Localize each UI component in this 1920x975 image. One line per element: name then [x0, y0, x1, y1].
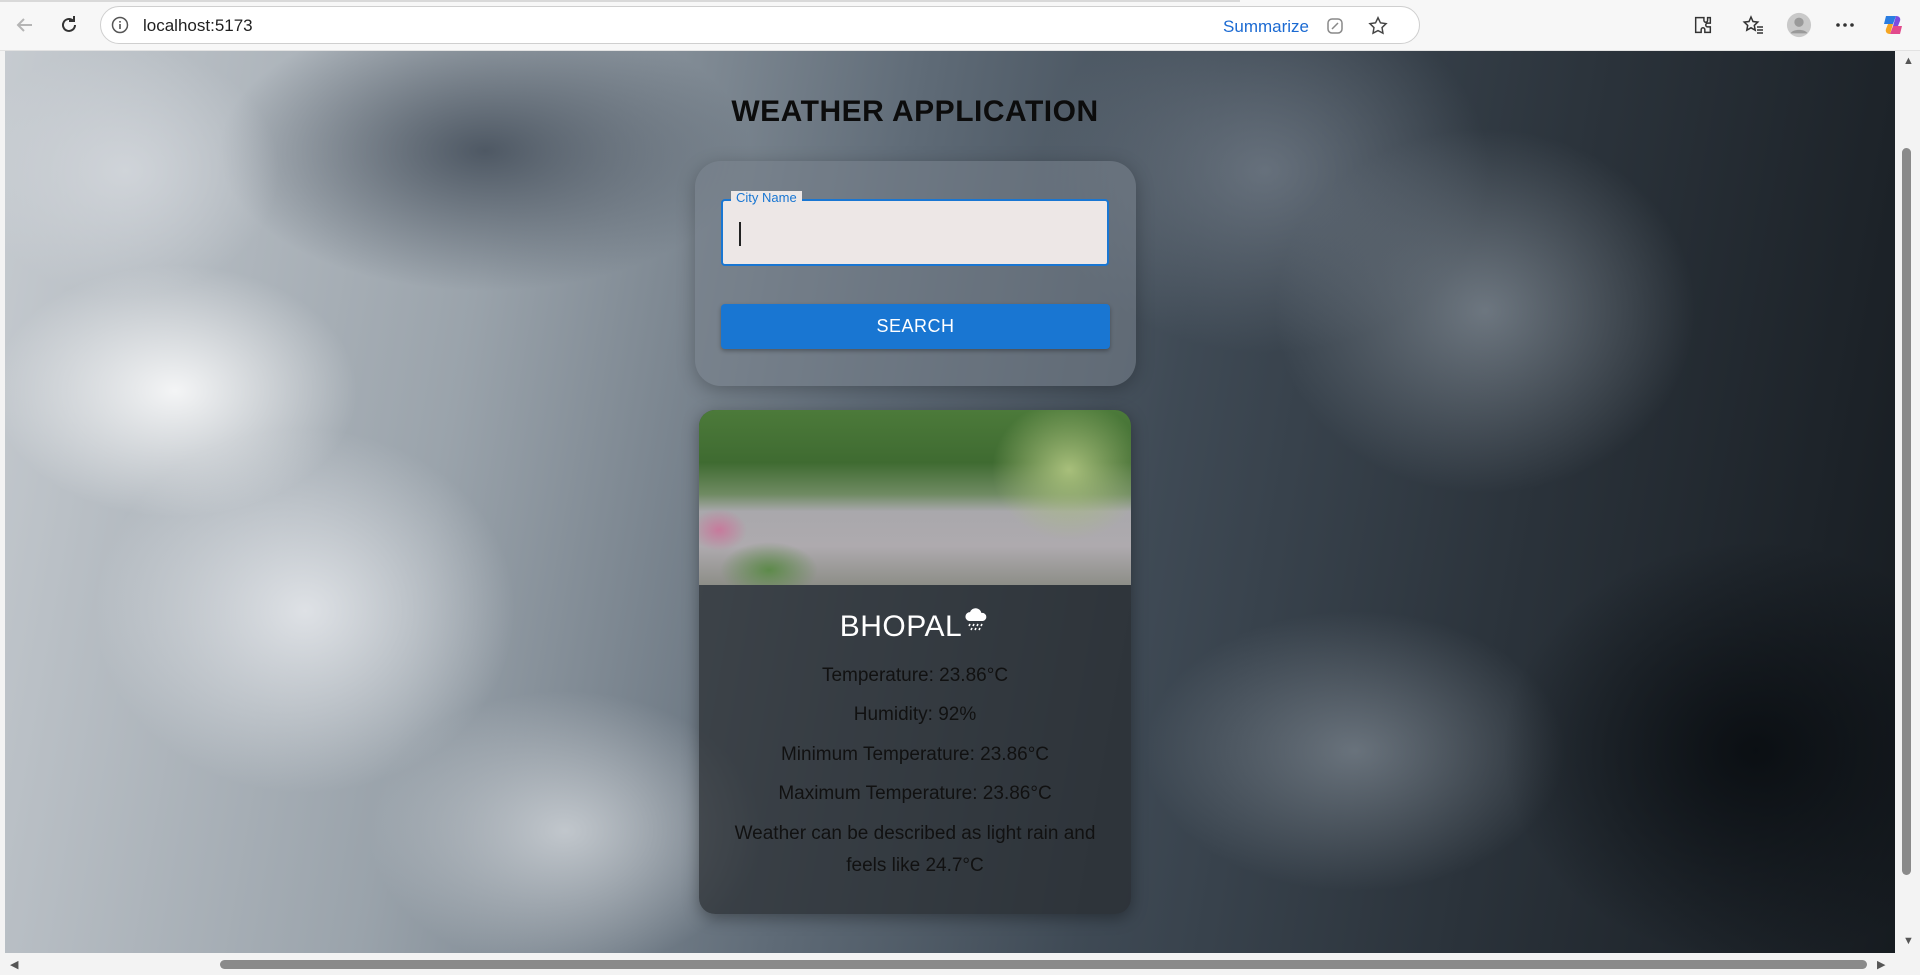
back-button[interactable]: [10, 10, 40, 40]
extensions-icon[interactable]: [1690, 12, 1716, 38]
reload-icon: [62, 16, 76, 32]
url-text[interactable]: localhost:5173: [143, 16, 253, 36]
search-card: City Name SEARCH: [695, 161, 1136, 386]
address-bar[interactable]: localhost:5173 Summarize: [100, 6, 1420, 44]
summarize-button[interactable]: Summarize: [1223, 17, 1309, 37]
temperature-text: Temperature: 23.86°C: [821, 665, 1009, 686]
reload-button[interactable]: [54, 10, 84, 40]
back-arrow-icon: [16, 18, 32, 32]
page-viewport: WEATHER APPLICATION City Name SEARCH BHO…: [5, 51, 1895, 953]
scroll-right-arrow-icon[interactable]: ▶: [1877, 958, 1885, 971]
weather-card: BHOPAL Temperature: 23.86°C Humidity: 92…: [699, 410, 1131, 914]
rain-cloud-icon: [965, 608, 987, 631]
copilot-icon[interactable]: [1880, 12, 1906, 38]
site-info-icon[interactable]: [111, 16, 129, 39]
city-name-input[interactable]: [723, 201, 1107, 264]
text-caret: [739, 222, 741, 246]
horizontal-scrollbar[interactable]: ◀ ▶: [0, 953, 1897, 975]
max-temperature-text: Maximum Temperature: 23.86°C: [778, 783, 1052, 804]
min-temperature-text: Minimum Temperature: 23.86°C: [780, 744, 1050, 765]
copilot-summarize-icon[interactable]: [1325, 16, 1345, 41]
browser-toolbar: localhost:5173 Summarize: [0, 0, 1920, 51]
vertical-scrollbar[interactable]: ▲ ▼: [1897, 51, 1919, 953]
scroll-down-arrow-icon[interactable]: ▼: [1903, 935, 1914, 947]
tab-strip-edge: [0, 0, 1240, 2]
scroll-left-arrow-icon[interactable]: ◀: [10, 958, 18, 971]
favorite-star-icon[interactable]: [1367, 15, 1389, 42]
city-name: BHOPAL: [839, 610, 963, 643]
favorites-icon[interactable]: [1740, 12, 1766, 38]
scroll-up-arrow-icon[interactable]: ▲: [1903, 55, 1914, 67]
city-heading: BHOPAL: [699, 606, 1131, 644]
humidity-text: Humidity: 92%: [853, 704, 977, 725]
profile-avatar-icon[interactable]: [1786, 12, 1812, 38]
city-name-field[interactable]: City Name: [721, 191, 1109, 266]
horizontal-scroll-thumb[interactable]: [220, 960, 1867, 969]
weather-description-text: Weather can be described as light rain a…: [734, 823, 1096, 876]
city-name-label: City Name: [731, 191, 802, 205]
rain-scene-image: [699, 410, 1131, 585]
search-button[interactable]: SEARCH: [721, 304, 1110, 349]
vertical-scroll-thumb[interactable]: [1902, 148, 1911, 875]
more-options-icon[interactable]: [1832, 12, 1858, 38]
page-title: WEATHER APPLICATION: [731, 95, 1099, 128]
